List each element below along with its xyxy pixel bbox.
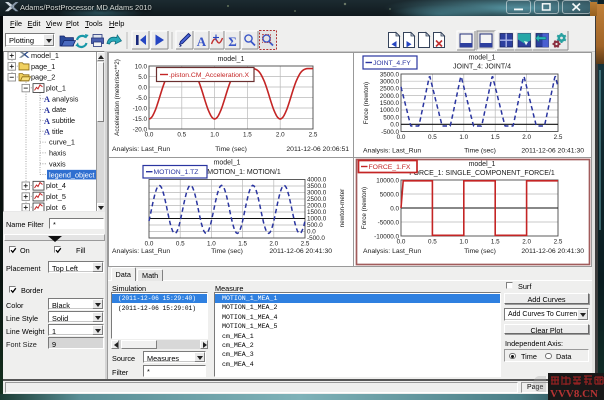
svg-text:1.5: 1.5 [243,132,252,139]
svg-text:MOTION_1: MOTION/1: MOTION_1: MOTION/1 [207,169,281,176]
svg-text:-10.0: -10.0 [133,105,148,112]
svg-text:model_1: model_1 [469,161,496,168]
svg-text:JOINT_4.FY: JOINT_4.FY [373,60,411,67]
svg-text:1.0: 1.0 [207,241,216,248]
svg-text:Time (sec): Time (sec) [464,148,496,155]
svg-text:1.5: 1.5 [491,134,500,141]
svg-text:1000.0: 1000.0 [380,107,400,114]
svg-text:1.5: 1.5 [238,241,247,248]
svg-text:0.0: 0.0 [390,122,399,129]
svg-text:2011-12-06 20:41:30: 2011-12-06 20:41:30 [521,248,584,255]
svg-text:Force (newton): Force (newton) [361,187,368,229]
svg-text:1.5: 1.5 [491,239,500,246]
svg-text:3500.0: 3500.0 [380,71,400,78]
svg-text:0.5: 0.5 [176,241,185,248]
svg-text:5000.0: 5000.0 [380,191,400,198]
svg-text:1500.0: 1500.0 [380,100,400,107]
svg-text:Analysis: Last_Run: Analysis: Last_Run [112,248,170,255]
svg-text:.piston.CM_Acceleration.X: .piston.CM_Acceleration.X [169,72,250,79]
svg-text:10.0: 10.0 [135,63,148,70]
svg-text:1.0: 1.0 [459,134,468,141]
svg-text:-500.0: -500.0 [307,235,325,242]
svg-text:0.5: 0.5 [428,134,437,141]
svg-text:Time (sec): Time (sec) [464,248,496,255]
svg-text:FORCE_1: SINGLE_COMPONENT_FORC: FORCE_1: SINGLE_COMPONENT_FORCE/1 [409,170,555,177]
svg-text:model_1: model_1 [218,56,245,63]
svg-text:0.5: 0.5 [177,132,186,139]
svg-text:model_1: model_1 [469,55,496,62]
svg-text:1.0: 1.0 [210,132,219,139]
svg-text:2011-12-06 20:41:30: 2011-12-06 20:41:30 [269,248,332,255]
svg-text:JOINT_4: JOINT/4: JOINT_4: JOINT/4 [453,64,511,71]
svg-text:Force (newton): Force (newton) [363,82,370,124]
svg-text:newton-meter: newton-meter [339,189,346,228]
svg-text:-5.0: -5.0 [136,95,147,102]
svg-text:1.0: 1.0 [459,239,468,246]
svg-text:2011-12-06 20:06:51: 2011-12-06 20:06:51 [286,146,349,153]
svg-text:10000.0: 10000.0 [376,177,399,184]
svg-text:Analysis: Last_Run: Analysis: Last_Run [112,146,170,153]
svg-text:2500.0: 2500.0 [380,86,400,93]
svg-text:2.5: 2.5 [309,132,318,139]
svg-text:0.0: 0.0 [397,239,406,246]
svg-text:MOTION_1.TZ: MOTION_1.TZ [154,169,199,176]
svg-text:0.5: 0.5 [428,239,437,246]
svg-text:5.0: 5.0 [138,74,147,81]
svg-text:3000.0: 3000.0 [380,79,400,86]
svg-text:2.0: 2.0 [269,241,278,248]
svg-text:2.0: 2.0 [522,239,531,246]
svg-text:2.0: 2.0 [522,134,531,141]
svg-text:Analysis: Last_Run: Analysis: Last_Run [363,148,421,155]
svg-text:2.5: 2.5 [554,239,563,246]
svg-text:0.0: 0.0 [145,241,154,248]
svg-text:500.0: 500.0 [383,114,399,121]
svg-text:0.0: 0.0 [390,205,399,212]
svg-text:A: A [197,34,207,49]
svg-text:2.0: 2.0 [276,132,285,139]
svg-text:2000.0: 2000.0 [380,93,400,100]
svg-text:Time (sec): Time (sec) [211,248,243,255]
svg-text:2.5: 2.5 [554,134,563,141]
svg-text:2.5: 2.5 [301,241,310,248]
svg-text:Σ: Σ [228,34,237,49]
svg-text:Time (sec): Time (sec) [215,146,247,153]
svg-text:-15.0: -15.0 [133,116,148,123]
svg-text:0.0: 0.0 [397,134,406,141]
svg-text:-5000.0: -5000.0 [378,219,400,226]
svg-text:model_1: model_1 [214,160,241,167]
svg-text:0.0: 0.0 [145,132,154,139]
svg-text:FORCE_1.FX: FORCE_1.FX [369,164,411,171]
svg-text:0.0: 0.0 [138,84,147,91]
svg-text:2011-12-06 20:41:30: 2011-12-06 20:41:30 [521,148,584,155]
svg-text:Acceleration (meter/sec**2): Acceleration (meter/sec**2) [114,59,121,136]
svg-text:Analysis: Last_Run: Analysis: Last_Run [363,248,421,255]
